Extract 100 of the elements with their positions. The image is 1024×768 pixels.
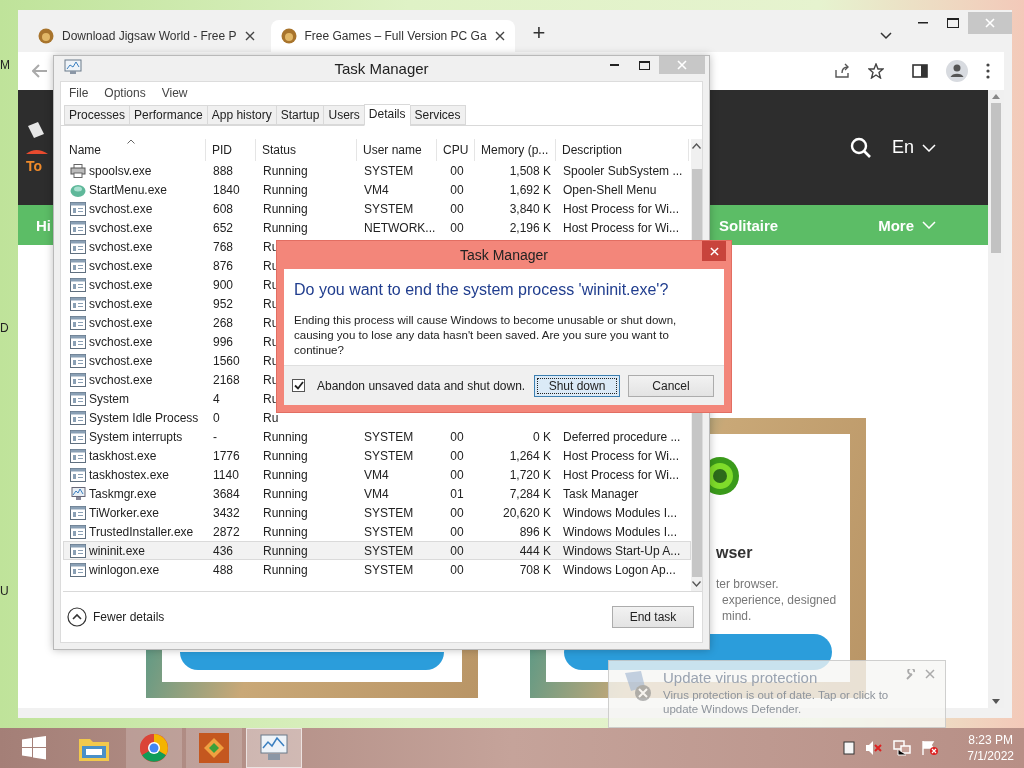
table-cell: 996 <box>213 334 234 349</box>
table-cell: 1,508 K <box>509 163 551 178</box>
table-cell: svchost.exe <box>89 239 153 254</box>
table-cell: VM4 <box>364 486 389 501</box>
table-cell: svchost.exe <box>89 258 153 273</box>
table-cell: Open-Shell Menu <box>563 182 657 197</box>
table-cell: 00 <box>450 201 464 216</box>
table-cell: 00 <box>450 543 464 558</box>
table-cell: 3,840 K <box>509 201 551 216</box>
table-cell: 00 <box>450 163 464 178</box>
table-cell: Windows Modules I... <box>563 505 678 520</box>
table-cell: SYSTEM <box>364 562 414 577</box>
table-cell: 00 <box>450 524 464 539</box>
table-cell: 3684 <box>213 486 240 501</box>
table-cell: spoolsv.exe <box>89 163 152 178</box>
table-cell: 00 <box>450 467 464 482</box>
table-cell: svchost.exe <box>89 315 153 330</box>
table-cell: 768 <box>213 239 234 254</box>
table-cell: 888 <box>213 163 234 178</box>
table-cell: 436 <box>213 543 234 558</box>
table-cell: 3432 <box>213 505 240 520</box>
table-cell: 0 K <box>533 429 551 444</box>
table-cell: System Idle Process <box>89 410 199 425</box>
table-cell: svchost.exe <box>89 296 153 311</box>
table-cell: Windows Logon Ap... <box>563 562 676 577</box>
table-cell: 7,284 K <box>509 486 551 501</box>
window-title: Task Manager <box>333 60 430 77</box>
table-cell: Running <box>263 220 308 235</box>
table-cell: Running <box>263 429 308 444</box>
table-cell: Running <box>263 486 308 501</box>
notification-title: Update virus protection <box>663 669 819 686</box>
table-cell: Host Process for Wi... <box>563 448 680 463</box>
table-cell: 1840 <box>213 182 240 197</box>
table-cell: svchost.exe <box>89 353 153 368</box>
table-cell: 00 <box>450 448 464 463</box>
table-cell: Taskmgr.exe <box>89 486 157 501</box>
dialog-heading: Do you want to end the system process 'wininit.exe'? <box>294 281 670 299</box>
table-cell: System <box>89 391 129 406</box>
dialog-message: Ending this process will cause Windows to become unusable or shut down, causing you to lose any data hasn't been saved. Are you sure you want to continue? <box>294 313 678 358</box>
table-cell: Running <box>263 562 308 577</box>
table-cell: 2168 <box>213 372 240 387</box>
table-cell: Running <box>263 467 308 482</box>
table-cell: SYSTEM <box>364 543 414 558</box>
table-cell: 2872 <box>213 524 240 539</box>
table-cell: Running <box>263 543 308 558</box>
table-cell: taskhost.exe <box>89 448 157 463</box>
checkbox-label: Abandon unsaved data and shut down. <box>317 378 526 393</box>
table-cell: 4 <box>213 391 220 406</box>
table-cell: VM4 <box>364 467 389 482</box>
card-text: ter browser. <box>716 576 780 592</box>
table-cell: - <box>213 429 217 444</box>
table-cell: 01 <box>450 486 464 501</box>
table-cell: NETWORK... <box>364 220 436 235</box>
table-cell: 876 <box>213 258 234 273</box>
table-cell: wininit.exe <box>89 543 146 558</box>
table-cell: 652 <box>213 220 234 235</box>
table-cell: Host Process for Wi... <box>563 220 680 235</box>
table-cell: Deferred procedure ... <box>563 429 681 444</box>
table-cell: 1,264 K <box>509 448 551 463</box>
table-cell: 20,620 K <box>502 505 551 520</box>
table-cell: 1560 <box>213 353 240 368</box>
table-cell: 00 <box>450 429 464 444</box>
table-cell: TiWorker.exe <box>89 505 160 520</box>
table-cell: 608 <box>213 201 234 216</box>
table-cell: SYSTEM <box>364 163 414 178</box>
table-cell: Windows Start-Up A... <box>563 543 681 558</box>
table-cell: VM4 <box>364 182 389 197</box>
clock-date: 7/1/2022 <box>967 748 1014 764</box>
table-cell: Ru <box>263 410 279 425</box>
table-cell: 00 <box>450 220 464 235</box>
table-cell: StartMenu.exe <box>89 182 168 197</box>
table-cell: SYSTEM <box>364 201 414 216</box>
table-cell: Task Manager <box>563 486 639 501</box>
table-cell: 1,720 K <box>509 467 551 482</box>
clock-time: 8:23 PM <box>968 732 1013 748</box>
table-cell: System interrupts <box>89 429 183 444</box>
table-cell: SYSTEM <box>364 429 414 444</box>
table-cell: svchost.exe <box>89 334 153 349</box>
table-cell: SYSTEM <box>364 505 414 520</box>
card-text: mind. <box>722 608 753 624</box>
table-cell: taskhostex.exe <box>89 467 170 482</box>
table-cell: 900 <box>213 277 234 292</box>
table-cell: winlogon.exe <box>89 562 160 577</box>
table-cell: Running <box>263 524 308 539</box>
table-cell: Host Process for Wi... <box>563 201 680 216</box>
table-cell: 1776 <box>213 448 240 463</box>
table-cell: 1140 <box>213 467 239 482</box>
table-cell: 268 <box>213 315 234 330</box>
table-cell: TrustedInstaller.exe <box>89 524 194 539</box>
table-cell: Windows Modules I... <box>563 524 678 539</box>
table-cell: Running <box>263 201 308 216</box>
notification-message: Virus protection is out of date. Tap or click to update Windows Defender. <box>663 688 890 716</box>
table-cell: Running <box>263 182 308 197</box>
table-cell: 2,196 K <box>509 220 551 235</box>
table-cell: 00 <box>450 182 464 197</box>
table-cell: 00 <box>450 505 464 520</box>
table-cell: svchost.exe <box>89 372 153 387</box>
table-cell: 444 K <box>519 543 551 558</box>
table-cell: svchost.exe <box>89 277 153 292</box>
table-cell: Spooler SubSystem ... <box>563 163 683 178</box>
